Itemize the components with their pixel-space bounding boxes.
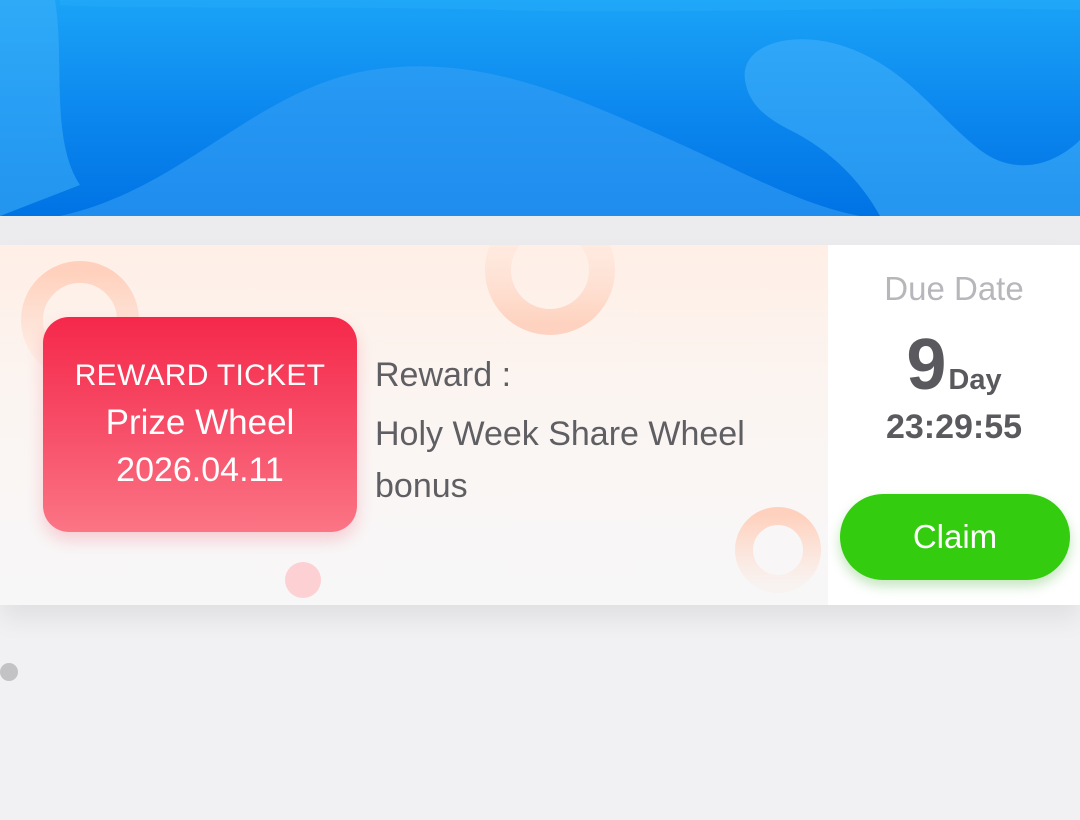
banner-wave-decoration <box>0 0 1080 216</box>
header-banner <box>0 0 1080 216</box>
pagination-dot[interactable] <box>0 663 18 681</box>
reward-card: REWARD TICKET Prize Wheel 2026.04.11 Rew… <box>0 245 1080 605</box>
due-date-panel: Due Date 9Day 23:29:55 Claim <box>828 245 1080 605</box>
due-date-label: Due Date <box>884 270 1024 307</box>
section-gap <box>0 216 1080 245</box>
reward-info-panel: REWARD TICKET Prize Wheel 2026.04.11 Rew… <box>0 245 828 605</box>
countdown-days: 9Day <box>828 325 1080 405</box>
reward-description: Holy Week Share Wheel bonus <box>375 415 745 505</box>
reward-ticket-badge: REWARD TICKET Prize Wheel 2026.04.11 <box>43 317 357 532</box>
days-unit-label: Day <box>948 364 1002 396</box>
ticket-type-label: REWARD TICKET <box>74 359 326 392</box>
days-remaining-value: 9 <box>906 325 947 405</box>
ticket-date: 2026.04.11 <box>116 451 284 489</box>
reward-label: Reward : <box>375 356 512 394</box>
claim-button[interactable]: Claim <box>840 494 1070 580</box>
ticket-prize-name: Prize Wheel <box>105 403 295 442</box>
countdown-timer: 23:29:55 <box>885 408 1023 446</box>
